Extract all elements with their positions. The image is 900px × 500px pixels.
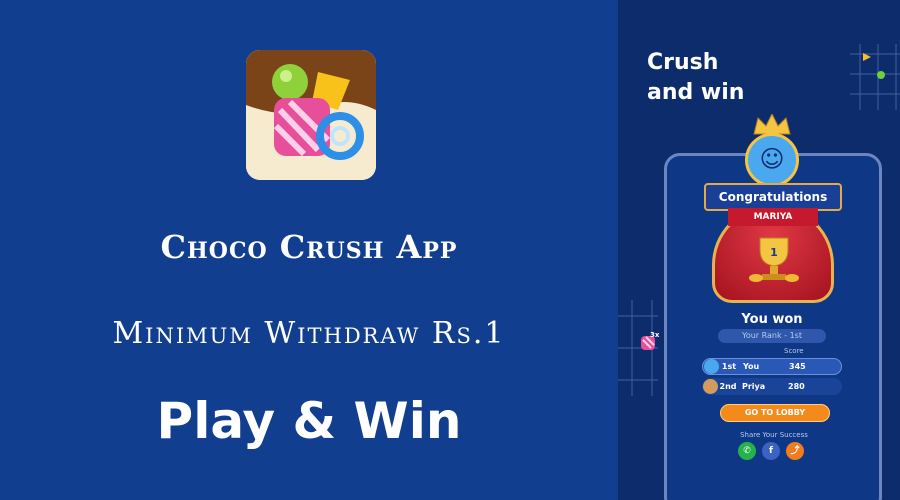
share-buttons: ✆ f ⤴ — [738, 442, 804, 460]
app-icon[interactable] — [246, 50, 376, 180]
trophy-icon: 1 — [749, 237, 799, 282]
trophy-rank: 1 — [770, 246, 778, 259]
row-name: Priya — [742, 382, 766, 391]
banner-left: Choco Crush App Minimum Withdraw Rs.1 Pl… — [0, 0, 618, 500]
headline-line1: Crush — [647, 50, 719, 75]
avatar — [703, 379, 718, 394]
share-icon[interactable]: ⤴ — [786, 442, 804, 460]
whatsapp-icon[interactable]: ✆ — [738, 442, 756, 460]
play-marker-icon — [863, 53, 871, 61]
player-name: MARIYA — [728, 208, 818, 226]
withdraw-text: Minimum Withdraw Rs.1 — [112, 316, 506, 351]
leaderboard-row: 1st You 345 — [702, 358, 842, 375]
rank-pill: Your Rank - 1st — [718, 329, 826, 343]
multiplier-badge: 3x — [650, 331, 660, 339]
headline-line2: and win — [647, 80, 745, 105]
share-label: Share Your Success — [740, 431, 808, 439]
candy-logo-icon — [246, 50, 376, 180]
avatar: ☺ — [745, 133, 799, 187]
facebook-icon[interactable]: f — [762, 442, 780, 460]
dot-marker-icon — [877, 71, 885, 79]
go-to-lobby-button[interactable]: GO TO LOBBY — [720, 404, 830, 422]
row-score: 345 — [789, 362, 806, 371]
row-position: 1st — [721, 362, 737, 371]
row-position: 2nd — [719, 382, 737, 391]
promo-headline: Crush and win — [647, 48, 744, 108]
grid-decoration-icon — [850, 44, 900, 110]
row-name: You — [743, 362, 760, 371]
tagline: Play & Win — [156, 392, 462, 450]
you-won-text: You won — [741, 312, 803, 327]
leaderboard-row: 2nd Priya 280 — [702, 378, 842, 395]
avatar — [704, 359, 719, 374]
score-header: Score — [784, 347, 804, 355]
row-score: 280 — [788, 382, 805, 391]
promo-panel: Crush and win 3x ☺ Congratulations MARIY… — [618, 0, 900, 500]
result-card: You won Your Rank - 1st Score 1st You 34… — [688, 300, 856, 475]
congratulations-banner: Congratulations — [704, 183, 842, 211]
app-name: Choco Crush App — [160, 228, 458, 266]
